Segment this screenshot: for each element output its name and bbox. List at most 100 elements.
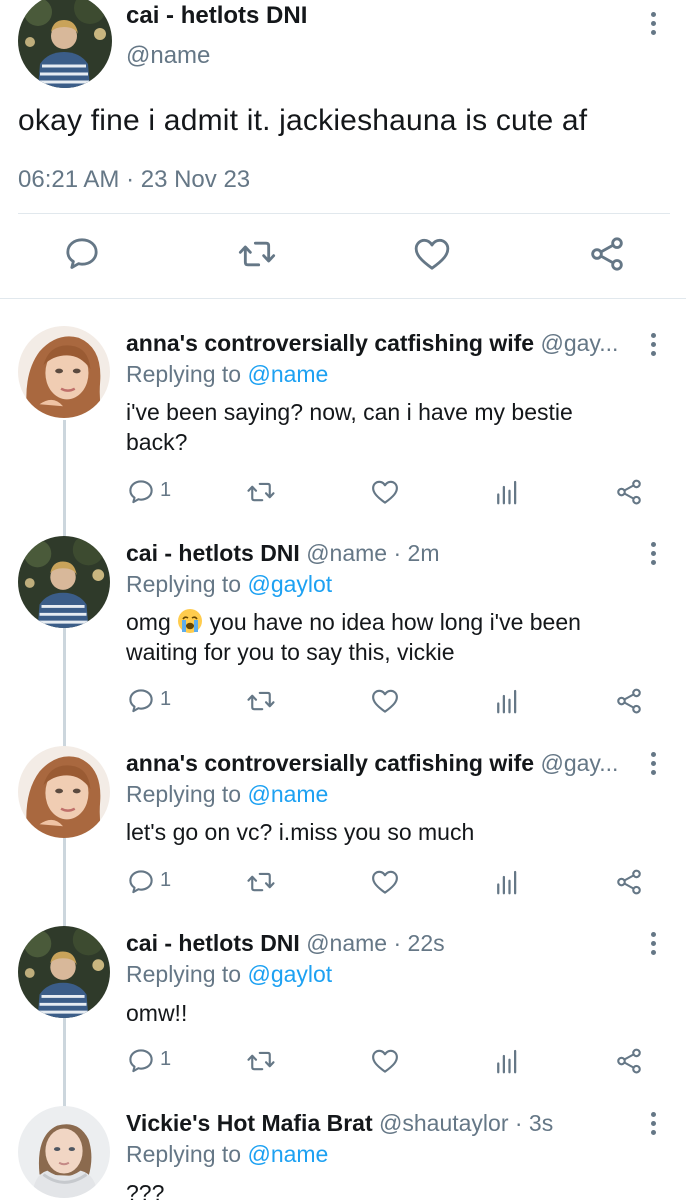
author-name[interactable]: cai - hetlots DNI: [126, 2, 307, 30]
replying-to-label: Replying to: [126, 571, 248, 597]
retweet-icon[interactable]: [246, 867, 276, 897]
replying-to-label: Replying to: [126, 1141, 248, 1167]
reply-header: cai - hetlots DNI @name · 2m: [126, 540, 626, 567]
more-options-icon[interactable]: [648, 1112, 658, 1140]
reply-text: ???: [126, 1178, 164, 1200]
share-icon[interactable]: [614, 867, 644, 897]
author-name[interactable]: anna's controversially catfishing wife: [126, 750, 534, 776]
reply-actions: 1: [0, 477, 686, 511]
author-handle[interactable]: @name · 22s: [306, 930, 444, 956]
replying-to: Replying to @gaylot: [126, 571, 332, 598]
reply-icon[interactable]: [62, 234, 102, 274]
replying-to: Replying to @name: [126, 1141, 328, 1168]
more-options-icon[interactable]: [648, 333, 658, 361]
crying-face-emoji: [178, 609, 203, 633]
replying-to: Replying to @name: [126, 361, 328, 388]
mention-link[interactable]: @gaylot: [247, 571, 332, 597]
reply-text: omw!!: [126, 998, 187, 1028]
more-options-icon[interactable]: [648, 542, 658, 570]
reply-text: i've been saying? now, can i have my bes…: [126, 397, 573, 457]
more-options-icon[interactable]: [648, 932, 658, 960]
avatar[interactable]: [18, 536, 110, 628]
heart-icon[interactable]: [370, 686, 400, 716]
replying-to-label: Replying to: [126, 781, 248, 807]
reply-header: Vickie's Hot Mafia Brat @shautaylor · 3s: [126, 1110, 626, 1137]
tweet-text: okay fine i admit it. jackieshauna is cu…: [18, 104, 588, 137]
avatar-image: [18, 0, 112, 88]
reply-text: let's go on vc? i.miss you so much: [126, 817, 474, 847]
avatar[interactable]: [18, 926, 110, 1018]
author-handle[interactable]: @shautaylor · 3s: [379, 1110, 553, 1136]
retweet-icon[interactable]: [246, 686, 276, 716]
reply-button[interactable]: 1: [126, 867, 186, 897]
tweet-actions: [0, 234, 686, 282]
reply-icon: [126, 1046, 156, 1076]
reply-count: 1: [160, 688, 172, 710]
reply-actions: 1: [0, 867, 686, 901]
share-icon[interactable]: [614, 686, 644, 716]
author-name[interactable]: cai - hetlots DNI: [126, 540, 300, 566]
mention-link[interactable]: @name: [247, 781, 328, 807]
retweet-icon[interactable]: [246, 1046, 276, 1076]
analytics-icon[interactable]: [492, 1046, 522, 1076]
reply-button[interactable]: 1: [126, 1046, 186, 1076]
avatar[interactable]: [18, 0, 112, 88]
retweet-icon[interactable]: [237, 234, 277, 274]
analytics-icon[interactable]: [492, 867, 522, 897]
heart-icon[interactable]: [370, 867, 400, 897]
reply-count: 1: [160, 869, 172, 891]
reply-header: anna's controversially catfishing wife @…: [126, 750, 626, 777]
avatar[interactable]: [18, 1106, 110, 1198]
reply-button[interactable]: 1: [126, 477, 186, 507]
share-icon[interactable]: [614, 1046, 644, 1076]
more-options-icon[interactable]: [648, 752, 658, 780]
retweet-icon[interactable]: [246, 477, 276, 507]
reply-header: anna's controversially catfishing wife @…: [126, 330, 626, 357]
author-name[interactable]: Vickie's Hot Mafia Brat: [126, 1110, 373, 1136]
reply-text-line: omw!!: [126, 1000, 188, 1026]
reply-count: 1: [160, 1048, 172, 1070]
replying-to-label: Replying to: [126, 961, 248, 987]
avatar[interactable]: [18, 326, 110, 418]
author-handle[interactable]: @name · 2m: [306, 540, 439, 566]
reply-text-line: let's go on vc? i.miss you so much: [126, 819, 475, 845]
avatar[interactable]: [18, 746, 110, 838]
replying-to: Replying to @gaylot: [126, 961, 332, 988]
reply-icon: [126, 867, 156, 897]
heart-icon[interactable]: [370, 477, 400, 507]
mention-link[interactable]: @gaylot: [247, 961, 332, 987]
divider: [0, 298, 686, 299]
tweet-timestamp: 06:21 AM · 23 Nov 23: [18, 166, 251, 193]
reply-text-segment: omg: [126, 609, 178, 635]
mention-link[interactable]: @name: [247, 361, 328, 387]
reply-actions: 1: [0, 686, 686, 720]
main-tweet: cai - hetlots DNI @name okay fine i admi…: [0, 0, 686, 300]
author-name[interactable]: anna's controversially catfishing wife: [126, 330, 534, 356]
replying-to: Replying to @name: [126, 781, 328, 808]
reply-text-line: waiting for you to say this, vickie: [126, 639, 455, 665]
mention-link[interactable]: @name: [247, 1141, 328, 1167]
reply-icon: [126, 477, 156, 507]
reply-text-line: ???: [126, 1180, 165, 1200]
heart-icon[interactable]: [370, 1046, 400, 1076]
reply-actions: 1: [0, 1046, 686, 1080]
author-handle[interactable]: @gay...: [540, 750, 618, 776]
heart-icon[interactable]: [412, 234, 452, 274]
more-options-icon[interactable]: [648, 12, 658, 40]
reply-text: omg you have no idea how long i've been …: [126, 607, 581, 667]
author-handle[interactable]: @name: [126, 42, 210, 70]
share-icon[interactable]: [614, 477, 644, 507]
analytics-icon[interactable]: [492, 477, 522, 507]
author-handle[interactable]: @gay...: [540, 330, 618, 356]
reply-icon: [126, 686, 156, 716]
reply-text-segment: you have no idea how long i've been: [203, 609, 581, 635]
reply-button[interactable]: 1: [126, 686, 186, 716]
replying-to-label: Replying to: [126, 361, 248, 387]
author-name[interactable]: cai - hetlots DNI: [126, 930, 300, 956]
reply-header: cai - hetlots DNI @name · 22s: [126, 930, 626, 957]
reply-text-line: omg you have no idea how long i've been: [126, 607, 581, 637]
divider: [18, 213, 670, 214]
reply-count: 1: [160, 479, 172, 501]
share-icon[interactable]: [587, 234, 627, 274]
analytics-icon[interactable]: [492, 686, 522, 716]
